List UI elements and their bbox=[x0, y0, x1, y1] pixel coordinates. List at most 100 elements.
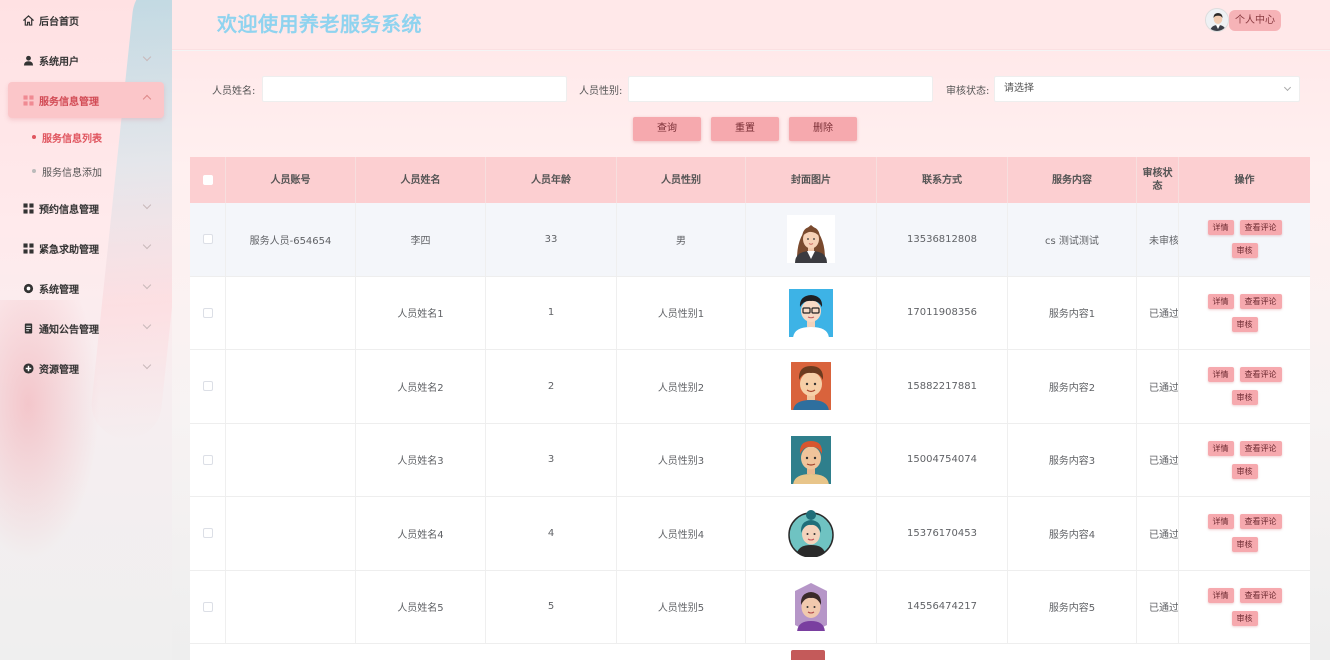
home-icon bbox=[22, 14, 34, 26]
column-header: 服务内容 bbox=[1008, 157, 1137, 203]
cell-status: 已通过 bbox=[1137, 276, 1179, 349]
cell-phone: 14556474217 bbox=[877, 570, 1008, 643]
cell-content: 服务内容4 bbox=[1008, 497, 1137, 570]
review-button[interactable]: 审核 bbox=[1231, 243, 1258, 259]
reset-button[interactable]: 重置 bbox=[711, 117, 779, 141]
cell-account: 服务人员-654654 bbox=[226, 203, 356, 276]
avatar[interactable] bbox=[1205, 8, 1229, 32]
column-header: 人员性别 bbox=[617, 157, 746, 203]
column-header: 审核状态 bbox=[1137, 157, 1179, 203]
view-comments-button[interactable]: 查看评论 bbox=[1239, 514, 1282, 530]
review-button[interactable]: 审核 bbox=[1231, 537, 1258, 553]
cell-gender: 人员性别1 bbox=[617, 276, 746, 349]
detail-button[interactable]: 详情 bbox=[1207, 293, 1234, 309]
cell-cover bbox=[746, 423, 877, 496]
sidebar: 后台首页 系统用户 服务信息管理 服务信息列表 服务信息添加 预约信息管理 紧急… bbox=[0, 0, 172, 660]
column-header: 人员账号 bbox=[226, 157, 356, 203]
sidebar-item-system-settings[interactable]: 系统管理 bbox=[0, 268, 172, 308]
sidebar-item-emergency[interactable]: 紧急求助管理 bbox=[0, 228, 172, 268]
search-form: 人员姓名: 人员性别: 审核状态: 请选择 bbox=[172, 76, 1330, 102]
cell-content: 服务内容2 bbox=[1008, 350, 1137, 423]
sidebar-item-system-users[interactable]: 系统用户 bbox=[0, 40, 172, 80]
sidebar-item-appointments[interactable]: 预约信息管理 bbox=[0, 188, 172, 228]
cell-content: 服务内容5 bbox=[1008, 570, 1137, 643]
chevron-down-icon bbox=[142, 280, 152, 290]
review-button[interactable]: 审核 bbox=[1231, 316, 1258, 332]
row-select[interactable] bbox=[190, 423, 226, 496]
row-select[interactable] bbox=[190, 570, 226, 643]
name-search-input[interactable] bbox=[262, 76, 567, 102]
cell-account bbox=[226, 350, 356, 423]
sidebar-subitem-service-list[interactable]: 服务信息列表 bbox=[0, 120, 172, 154]
status-select-value: 请选择 bbox=[1004, 83, 1034, 94]
view-comments-button[interactable]: 查看评论 bbox=[1239, 220, 1282, 236]
sidebar-item-label: 通知公告管理 bbox=[39, 324, 99, 336]
detail-button[interactable]: 详情 bbox=[1207, 514, 1234, 530]
row-checkbox[interactable] bbox=[202, 307, 213, 318]
view-comments-button[interactable]: 查看评论 bbox=[1239, 587, 1282, 603]
cell-account bbox=[226, 423, 356, 496]
table-row: 人员姓名1 1 人员性别1 17011908356 服务内容1 已通过 详情 查… bbox=[190, 276, 1310, 350]
sidebar-item-notices[interactable]: 通知公告管理 bbox=[0, 308, 172, 348]
review-button[interactable]: 审核 bbox=[1231, 390, 1258, 406]
detail-button[interactable]: 详情 bbox=[1207, 367, 1234, 383]
cell-content: 服务内容3 bbox=[1008, 423, 1137, 496]
sidebar-subitem-label: 服务信息列表 bbox=[42, 133, 102, 145]
row-checkbox[interactable] bbox=[202, 234, 213, 245]
review-button[interactable]: 审核 bbox=[1231, 610, 1258, 626]
cover-image-partial bbox=[791, 650, 825, 660]
red-hair-man-avatar-image bbox=[787, 435, 835, 484]
detail-button[interactable]: 详情 bbox=[1207, 440, 1234, 456]
row-select[interactable] bbox=[190, 203, 226, 276]
detail-button[interactable]: 详情 bbox=[1207, 587, 1234, 603]
table-row: 人员姓名2 2 人员性别2 15882217881 服务内容2 已通过 详情 查… bbox=[190, 350, 1310, 424]
cell-cover bbox=[746, 203, 877, 276]
row-checkbox[interactable] bbox=[202, 601, 213, 612]
row-select[interactable] bbox=[190, 350, 226, 423]
chevron-down-icon bbox=[142, 52, 152, 62]
cell-name: 李四 bbox=[356, 203, 486, 276]
sidebar-item-service-info[interactable]: 服务信息管理 bbox=[8, 82, 164, 118]
detail-button[interactable]: 详情 bbox=[1207, 220, 1234, 236]
user-icon bbox=[22, 54, 34, 66]
row-checkbox[interactable] bbox=[202, 528, 213, 539]
cell-cover bbox=[746, 276, 877, 349]
status-label: 审核状态: bbox=[946, 86, 990, 97]
sidebar-item-resources[interactable]: 资源管理 bbox=[0, 348, 172, 388]
row-select[interactable] bbox=[190, 276, 226, 349]
cell-phone: 13536812808 bbox=[877, 203, 1008, 276]
delete-button[interactable]: 删除 bbox=[789, 117, 857, 141]
row-checkbox[interactable] bbox=[202, 381, 213, 392]
chevron-down-icon bbox=[1283, 83, 1292, 92]
actions-line: 详情 查看评论 bbox=[1207, 440, 1282, 456]
cell-cover bbox=[746, 497, 877, 570]
select-all-checkbox[interactable] bbox=[202, 175, 213, 185]
sidebar-subitem-service-add[interactable]: 服务信息添加 bbox=[0, 154, 172, 188]
view-comments-button[interactable]: 查看评论 bbox=[1239, 293, 1282, 309]
profile-center-button[interactable]: 个人中心 bbox=[1229, 10, 1281, 31]
sidebar-item-home[interactable]: 后台首页 bbox=[0, 0, 172, 40]
table-row: 人员姓名3 3 人员性别3 15004754074 服务内容3 已通过 详情 查… bbox=[190, 423, 1310, 497]
gender-search-input[interactable] bbox=[628, 76, 933, 102]
view-comments-button[interactable]: 查看评论 bbox=[1239, 367, 1282, 383]
query-button[interactable]: 查询 bbox=[633, 117, 701, 141]
cell-status: 已通过 bbox=[1137, 423, 1179, 496]
settings-icon bbox=[22, 282, 34, 294]
actions-line: 详情 查看评论 bbox=[1207, 293, 1282, 309]
cell-status: 已通过 bbox=[1137, 350, 1179, 423]
cell-gender: 人员性别5 bbox=[617, 570, 746, 643]
grid-icon bbox=[22, 202, 34, 214]
row-select[interactable] bbox=[190, 497, 226, 570]
header-select-all[interactable] bbox=[190, 157, 226, 203]
cell-age: 33 bbox=[486, 203, 617, 276]
status-select[interactable]: 请选择 bbox=[994, 76, 1300, 102]
column-header: 人员姓名 bbox=[356, 157, 486, 203]
cell-status: 已通过 bbox=[1137, 570, 1179, 643]
view-comments-button[interactable]: 查看评论 bbox=[1239, 440, 1282, 456]
review-button[interactable]: 审核 bbox=[1231, 463, 1258, 479]
sidebar-item-label: 后台首页 bbox=[39, 16, 79, 28]
row-checkbox[interactable] bbox=[202, 454, 213, 465]
actions-line: 详情 查看评论 bbox=[1207, 367, 1282, 383]
cell-age: 5 bbox=[486, 570, 617, 643]
sidebar-item-label: 预约信息管理 bbox=[39, 204, 99, 216]
